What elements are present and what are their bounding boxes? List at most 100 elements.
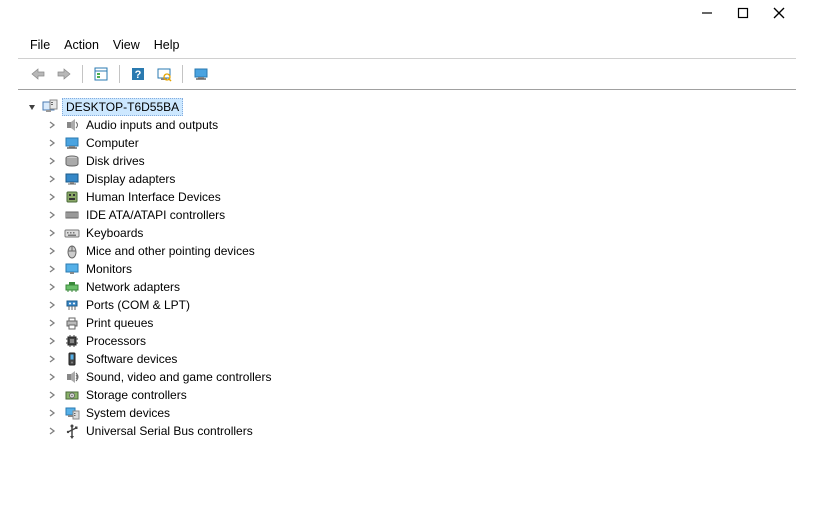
tree-root-node[interactable]: DESKTOP-T6D55BA bbox=[26, 98, 814, 116]
toolbar-back-button[interactable] bbox=[26, 63, 50, 85]
chevron-right-icon[interactable] bbox=[46, 425, 58, 437]
hid-icon bbox=[64, 189, 80, 205]
device-tree: DESKTOP-T6D55BA Audio inputs and outputs… bbox=[0, 94, 814, 440]
tree-item[interactable]: Print queues bbox=[46, 314, 814, 332]
close-button[interactable] bbox=[772, 6, 786, 20]
arrow-right-icon bbox=[56, 67, 72, 81]
tree-item[interactable]: System devices bbox=[46, 404, 814, 422]
toolbar-help-button[interactable]: ? bbox=[126, 63, 150, 85]
tree-children-container: Audio inputs and outputs Computer Disk dri… bbox=[26, 116, 814, 440]
maximize-icon bbox=[737, 7, 749, 19]
ports-icon bbox=[64, 297, 80, 313]
arrow-left-icon bbox=[30, 67, 46, 81]
tree-item-label: Sound, video and game controllers bbox=[84, 370, 271, 384]
minimize-icon bbox=[701, 7, 713, 19]
monitor-icon bbox=[64, 261, 80, 277]
menu-action[interactable]: Action bbox=[62, 36, 109, 54]
toolbar-divider bbox=[119, 65, 120, 83]
tree-item-label: Keyboards bbox=[84, 226, 143, 240]
maximize-button[interactable] bbox=[736, 6, 750, 20]
toolbar-divider bbox=[82, 65, 83, 83]
chevron-right-icon[interactable] bbox=[46, 155, 58, 167]
chevron-right-icon[interactable] bbox=[46, 407, 58, 419]
tree-item-label: Print queues bbox=[84, 316, 153, 330]
tree-item[interactable]: IDE ATA/ATAPI controllers bbox=[46, 206, 814, 224]
chevron-right-icon[interactable] bbox=[46, 263, 58, 275]
tree-item[interactable]: Network adapters bbox=[46, 278, 814, 296]
tree-item[interactable]: Mice and other pointing devices bbox=[46, 242, 814, 260]
menu-help[interactable]: Help bbox=[152, 36, 190, 54]
chevron-right-icon[interactable] bbox=[46, 299, 58, 311]
chevron-down-icon[interactable] bbox=[26, 101, 38, 113]
chevron-right-icon[interactable] bbox=[46, 137, 58, 149]
tree-item-label: Disk drives bbox=[84, 154, 145, 168]
audio-icon bbox=[64, 117, 80, 133]
computer-root-icon bbox=[42, 99, 58, 115]
toolbar-properties-button[interactable] bbox=[89, 63, 113, 85]
menubar: File Action View Help bbox=[0, 32, 814, 56]
keyboard-icon bbox=[64, 225, 80, 241]
tree-item[interactable]: Software devices bbox=[46, 350, 814, 368]
toolbar-divider bbox=[182, 65, 183, 83]
tree-item[interactable]: Human Interface Devices bbox=[46, 188, 814, 206]
software-icon bbox=[64, 351, 80, 367]
tree-item-label: Processors bbox=[84, 334, 146, 348]
chevron-right-icon[interactable] bbox=[46, 173, 58, 185]
tree-item[interactable]: Computer bbox=[46, 134, 814, 152]
tree-item[interactable]: Universal Serial Bus controllers bbox=[46, 422, 814, 440]
display-icon bbox=[64, 171, 80, 187]
chevron-right-icon[interactable] bbox=[46, 389, 58, 401]
menu-view[interactable]: View bbox=[111, 36, 150, 54]
network-icon bbox=[64, 279, 80, 295]
chevron-right-icon[interactable] bbox=[46, 209, 58, 221]
window-controls bbox=[700, 6, 814, 20]
toolbar-monitor-button[interactable] bbox=[189, 63, 213, 85]
tree-item[interactable]: Disk drives bbox=[46, 152, 814, 170]
chevron-right-icon[interactable] bbox=[46, 317, 58, 329]
tree-item-label: Human Interface Devices bbox=[84, 190, 221, 204]
tree-item[interactable]: Display adapters bbox=[46, 170, 814, 188]
chevron-right-icon[interactable] bbox=[46, 227, 58, 239]
cpu-icon bbox=[64, 333, 80, 349]
chevron-right-icon[interactable] bbox=[46, 335, 58, 347]
tree-item[interactable]: Sound, video and game controllers bbox=[46, 368, 814, 386]
monitor-icon bbox=[193, 66, 209, 82]
toolbar-scan-button[interactable] bbox=[152, 63, 176, 85]
storage-icon bbox=[64, 387, 80, 403]
tree-item-label: Audio inputs and outputs bbox=[84, 118, 218, 132]
chevron-right-icon[interactable] bbox=[46, 191, 58, 203]
toolbar: ? bbox=[0, 59, 814, 89]
tree-item[interactable]: Processors bbox=[46, 332, 814, 350]
toolbar-forward-button[interactable] bbox=[52, 63, 76, 85]
ide-icon bbox=[64, 207, 80, 223]
tree-root-label: DESKTOP-T6D55BA bbox=[62, 98, 183, 116]
tree-item[interactable]: Monitors bbox=[46, 260, 814, 278]
tree-item[interactable]: Audio inputs and outputs bbox=[46, 116, 814, 134]
help-icon: ? bbox=[130, 66, 146, 82]
tree-item-label: System devices bbox=[84, 406, 170, 420]
chevron-right-icon[interactable] bbox=[46, 371, 58, 383]
minimize-button[interactable] bbox=[700, 6, 714, 20]
properties-icon bbox=[93, 66, 109, 82]
tree-item-label: Ports (COM & LPT) bbox=[84, 298, 190, 312]
scan-hardware-icon bbox=[156, 66, 172, 82]
tree-item[interactable]: Keyboards bbox=[46, 224, 814, 242]
titlebar bbox=[0, 0, 814, 32]
chevron-right-icon[interactable] bbox=[46, 119, 58, 131]
tree-item[interactable]: Ports (COM & LPT) bbox=[46, 296, 814, 314]
disk-icon bbox=[64, 153, 80, 169]
tree-item-label: Universal Serial Bus controllers bbox=[84, 424, 253, 438]
tree-item-label: Display adapters bbox=[84, 172, 175, 186]
tree-item-label: Computer bbox=[84, 136, 139, 150]
tree-item[interactable]: Storage controllers bbox=[46, 386, 814, 404]
tree-item-label: Mice and other pointing devices bbox=[84, 244, 255, 258]
menu-file[interactable]: File bbox=[28, 36, 60, 54]
toolbar-separator bbox=[18, 89, 796, 90]
chevron-right-icon[interactable] bbox=[46, 245, 58, 257]
chevron-right-icon[interactable] bbox=[46, 353, 58, 365]
chevron-right-icon[interactable] bbox=[46, 281, 58, 293]
tree-item-label: Storage controllers bbox=[84, 388, 187, 402]
tree-item-label: Network adapters bbox=[84, 280, 180, 294]
tree-item-label: IDE ATA/ATAPI controllers bbox=[84, 208, 225, 222]
close-icon bbox=[773, 7, 785, 19]
